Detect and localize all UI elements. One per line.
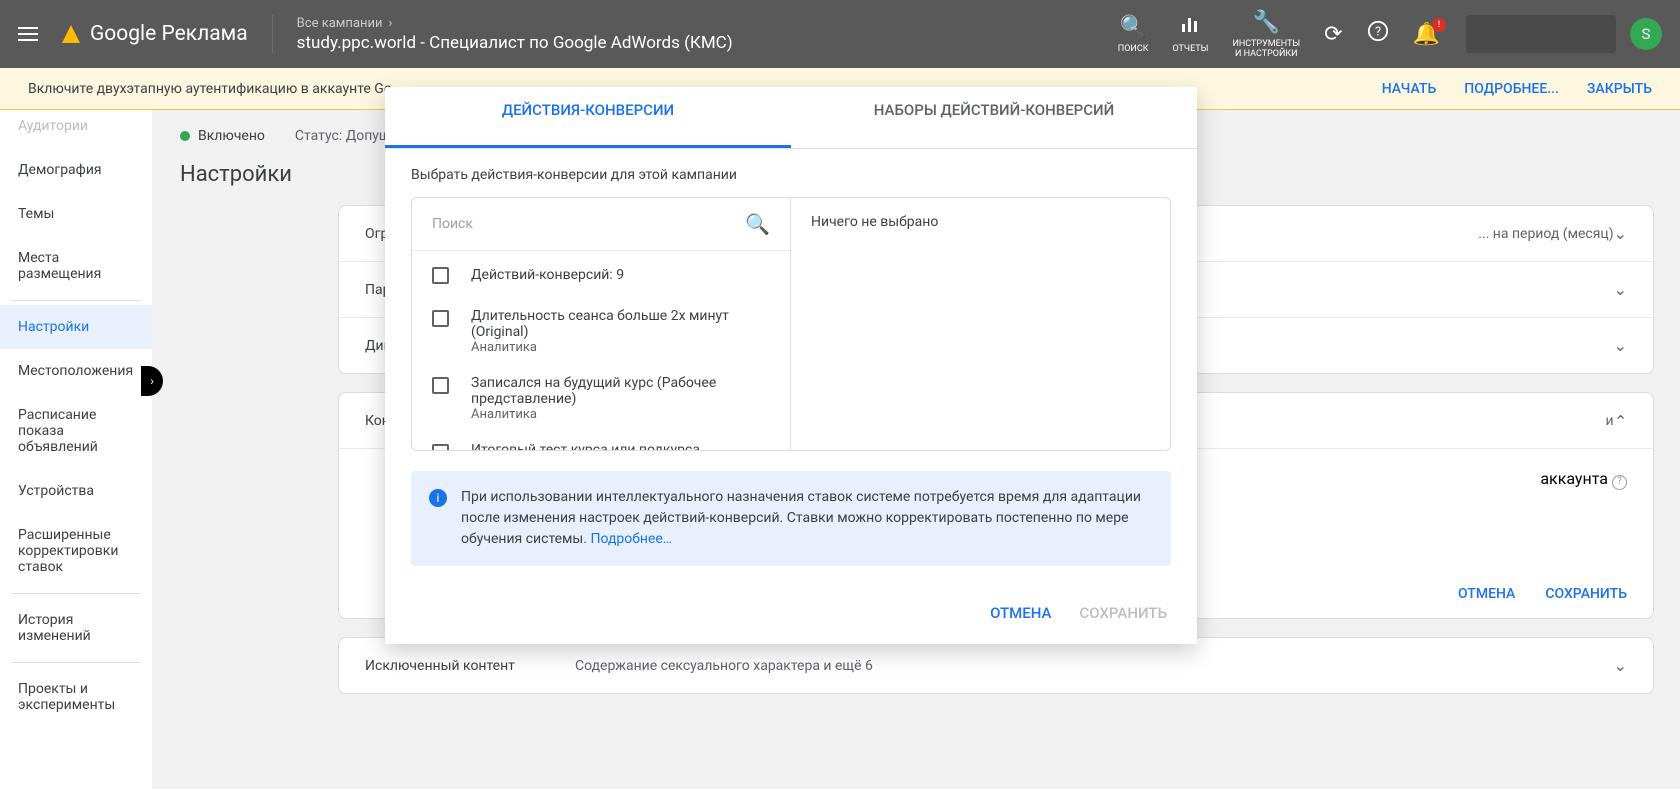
breadcrumb-parent: Все кампании: [297, 16, 383, 31]
chevron-down-icon: ⌄: [1614, 656, 1627, 675]
sidebar-item-experiments[interactable]: Проекты и эксперименты: [0, 667, 152, 727]
tools-label: ИНСТРУМЕНТЫ И НАСТРОЙКИ: [1232, 39, 1300, 59]
checkbox[interactable]: [432, 310, 449, 327]
modal-tabs: ДЕЙСТВИЯ-КОНВЕРСИИ НАБОРЫ ДЕЙСТВИЙ-КОНВЕ…: [385, 87, 1197, 149]
sidebar-item-placements[interactable]: Места размещения: [0, 236, 152, 296]
chevron-down-icon: ⌄: [1614, 224, 1627, 243]
sidebar-divider: [12, 662, 140, 663]
avatar[interactable]: S: [1630, 18, 1662, 50]
breadcrumb[interactable]: Все кампании › study.ppc.world - Специали…: [297, 16, 733, 53]
list-item[interactable]: Записался на будущий курс (Рабочее предс…: [412, 365, 790, 432]
google-ads-triangle-icon: [62, 25, 80, 43]
item-name: Записался на будущий курс (Рабочее предс…: [471, 375, 770, 407]
select-all-checkbox[interactable]: [432, 267, 449, 284]
chevron-down-icon: ⌄: [1614, 336, 1627, 355]
sidebar-item-history[interactable]: История изменений: [0, 598, 152, 658]
breadcrumb-current: study.ppc.world - Специалист по Google A…: [297, 33, 733, 53]
chevron-right-icon: ›: [389, 16, 393, 31]
conversions-cancel-button[interactable]: ОТМЕНА: [1458, 586, 1515, 602]
item-name: Итоговый тест курса или подкурса: [471, 442, 700, 450]
modal-right-panel: Ничего не выбрано: [791, 198, 1170, 450]
divider: [272, 15, 273, 53]
item-source: Аналитика: [471, 407, 770, 422]
settings-card-excluded: Исключенный контент Содержание сексуальн…: [338, 637, 1654, 694]
search-label: ПОИСК: [1118, 44, 1149, 54]
notification-badge: !: [1432, 18, 1446, 32]
info-icon: i: [429, 489, 447, 507]
sidebar-divider: [12, 593, 140, 594]
sidebar-item-themes[interactable]: Темы: [0, 192, 152, 236]
conversions-account-text: аккаунта: [1540, 469, 1608, 488]
app-header: Google Реклама Все кампании › study.ppc.w…: [0, 0, 1680, 68]
notif-start-link[interactable]: НАЧАТЬ: [1382, 81, 1437, 97]
sidebar-item-locations[interactable]: Местоположения: [0, 349, 152, 393]
sidebar: Аудитории Демография Темы Места размещен…: [0, 110, 152, 789]
product-logo[interactable]: Google Реклама: [62, 22, 248, 46]
info-text: При использовании интеллектуального назн…: [461, 489, 1141, 547]
search-button[interactable]: 🔍 ПОИСК: [1118, 15, 1149, 54]
tab-conversions[interactable]: ДЕЙСТВИЯ-КОНВЕРСИИ: [385, 101, 791, 148]
nothing-selected-label: Ничего не выбрано: [811, 214, 938, 230]
conversion-list[interactable]: Длительность сеанса больше 2х минут (Ori…: [412, 298, 790, 450]
sidebar-item-schedule[interactable]: Расписание показа объявлений: [0, 393, 152, 469]
notifications-icon[interactable]: 🔔!: [1413, 22, 1440, 47]
modal-left-panel: 🔍 Действий-конверсий: 9 Длительность сеа…: [412, 198, 791, 450]
account-chip[interactable]: [1466, 15, 1616, 53]
checkbox[interactable]: [432, 444, 449, 450]
conversion-count-label: Действий-конверсий: 9: [471, 267, 624, 283]
item-source: Аналитика: [471, 340, 770, 355]
list-item[interactable]: Итоговый тест курса или подкурса: [412, 432, 790, 450]
status-prefix: Статус:: [295, 128, 342, 144]
sidebar-divider: [12, 300, 140, 301]
list-item[interactable]: Длительность сеанса больше 2х минут (Ori…: [412, 298, 790, 365]
svg-text:?: ?: [1375, 25, 1381, 40]
wrench-icon: 🔧: [1253, 10, 1280, 35]
row-value: Содержание сексуального характера и ещё …: [575, 658, 1614, 674]
modal-subtitle: Выбрать действия-конверсии для этой камп…: [385, 149, 1197, 197]
sidebar-item-settings[interactable]: Настройки: [0, 305, 152, 349]
modal-cancel-button[interactable]: ОТМЕНА: [990, 604, 1051, 622]
status-enabled-label: Включено: [198, 128, 265, 144]
notification-text: Включите двухэтапную аутентификацию в ак…: [28, 81, 403, 97]
sidebar-item-audiences[interactable]: Аудитории: [0, 114, 152, 148]
notif-close-link[interactable]: ЗАКРЫТЬ: [1587, 81, 1652, 97]
search-icon: 🔍: [1119, 15, 1146, 40]
reports-button[interactable]: ОТЧЕТЫ: [1172, 14, 1208, 54]
info-more-link[interactable]: Подробнее…: [590, 531, 672, 547]
row-excluded[interactable]: Исключенный контент Содержание сексуальн…: [339, 638, 1653, 693]
notif-more-link[interactable]: ПОДРОБНЕЕ...: [1464, 81, 1559, 97]
checkbox[interactable]: [432, 377, 449, 394]
help-icon[interactable]: ?: [1367, 20, 1389, 48]
info-box: i При использовании интеллектуального на…: [411, 471, 1171, 566]
bar-chart-icon: [1180, 14, 1200, 40]
product-name: Google Реклама: [90, 22, 248, 46]
hamburger-icon[interactable]: [18, 23, 38, 45]
item-name: Длительность сеанса больше 2х минут (Ori…: [471, 308, 770, 340]
tab-conversion-sets[interactable]: НАБОРЫ ДЕЙСТВИЙ-КОНВЕРСИЙ: [791, 101, 1197, 148]
status-dot-icon: [180, 131, 190, 141]
search-input[interactable]: [432, 216, 745, 232]
chevron-down-icon: ⌄: [1614, 280, 1627, 299]
reports-label: ОТЧЕТЫ: [1172, 44, 1208, 54]
conversion-selector-modal: ДЕЙСТВИЯ-КОНВЕРСИИ НАБОРЫ ДЕЙСТВИЙ-КОНВЕ…: [385, 87, 1197, 644]
search-icon[interactable]: 🔍: [745, 212, 770, 236]
tools-button[interactable]: 🔧 ИНСТРУМЕНТЫ И НАСТРОЙКИ: [1232, 10, 1300, 59]
modal-save-button[interactable]: СОХРАНИТЬ: [1080, 604, 1168, 622]
sidebar-item-demography[interactable]: Демография: [0, 148, 152, 192]
help-tooltip-icon[interactable]: ?: [1612, 475, 1627, 490]
sidebar-item-devices[interactable]: Устройства: [0, 469, 152, 513]
row-label: Исключенный контент: [365, 658, 575, 674]
sidebar-item-bidadj[interactable]: Расширенные корректировки ставок: [0, 513, 152, 589]
chevron-up-icon: ⌄: [1614, 411, 1627, 430]
refresh-icon[interactable]: ⟳: [1324, 22, 1342, 47]
conversions-save-button[interactable]: СОХРАНИТЬ: [1545, 586, 1627, 602]
